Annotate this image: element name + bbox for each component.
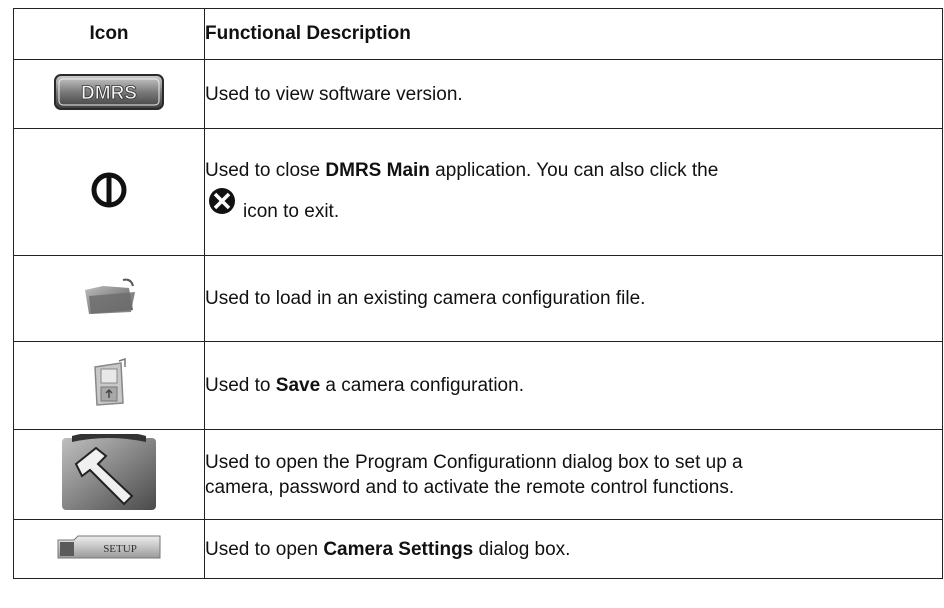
table-row: Used to close DMRS Main application. You… — [13, 128, 943, 256]
dmrs-logo-text: DMRS — [81, 83, 137, 104]
close-x-icon — [205, 187, 239, 226]
table-row: Used to Save a camera configuration. — [13, 341, 943, 430]
header-icon-column: Icon — [13, 8, 205, 60]
table-row: DMRS Used to view software version. — [13, 59, 943, 129]
row-description: Used to open Camera Settings dialog box. — [204, 519, 943, 579]
dmrs-logo-icon: DMRS — [53, 73, 165, 116]
hammer-tool-icon — [62, 431, 156, 515]
row-description: Used to Save a camera configuration. — [204, 341, 943, 430]
icon-description-table: Icon Functional Description DMRS Used to… — [13, 8, 943, 579]
row-description: Used to view software version. — [204, 59, 943, 129]
power-icon — [89, 170, 129, 215]
row-description: Used to open the Program Configurationn … — [204, 429, 943, 520]
row-description: Used to close DMRS Main application. You… — [204, 128, 943, 256]
row-description: Used to load in an existing camera confi… — [204, 255, 943, 342]
table-row: Used to open the Program Configurationn … — [13, 429, 943, 520]
setup-button-text: SETUP — [103, 543, 137, 555]
setup-button-icon: SETUP — [56, 534, 162, 565]
folder-open-icon — [79, 274, 139, 323]
table-header-row: Icon Functional Description — [13, 8, 943, 60]
header-description-column: Functional Description — [204, 8, 943, 60]
save-disk-icon — [89, 357, 129, 414]
table-row: SETUP Used to open Camera Settings dialo… — [13, 519, 943, 579]
table-row: Used to load in an existing camera confi… — [13, 255, 943, 342]
